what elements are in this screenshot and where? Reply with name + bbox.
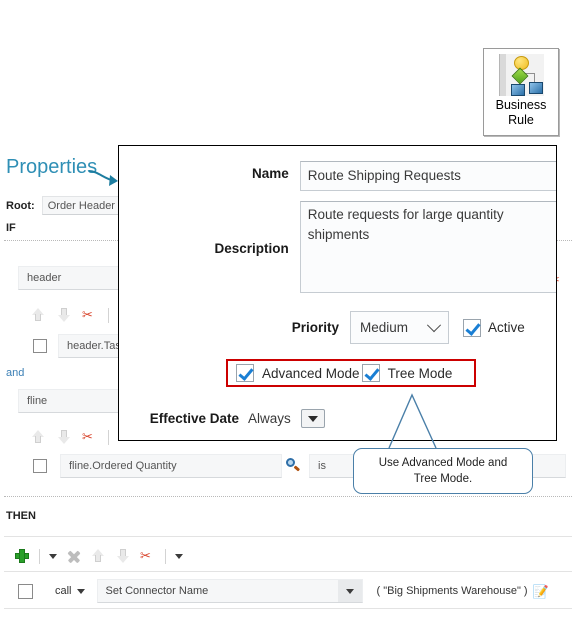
- business-rule-flow-icon: [498, 54, 544, 96]
- add-icon[interactable]: [14, 548, 30, 564]
- business-rule-tile-label: Business Rule: [496, 98, 547, 128]
- move-down-icon[interactable]: [56, 307, 72, 323]
- action-parameters: ( "Big Shipments Warehouse" ): [376, 585, 528, 597]
- priority-label: Priority: [291, 320, 339, 335]
- description-row: Description Route requests for large qua…: [119, 201, 556, 293]
- edit-pencil-icon[interactable]: 📝: [533, 585, 549, 598]
- toolbar-separator: [108, 429, 109, 445]
- cut-scissors-icon[interactable]: ✂: [82, 429, 98, 445]
- then-row-bottom-rule: [4, 608, 572, 609]
- active-label: Active: [488, 320, 525, 335]
- connector-select-caret[interactable]: [337, 580, 362, 602]
- action-row-checkbox[interactable]: [18, 583, 33, 599]
- dropdown-caret-icon: [307, 415, 318, 422]
- name-input[interactable]: Route Shipping Requests: [299, 161, 556, 191]
- effective-date-value: Always: [248, 411, 291, 426]
- connector-select-value: Set Connector Name: [105, 585, 209, 597]
- toolbar-separator: [108, 307, 109, 323]
- tile-label-line-2: Rule: [508, 113, 534, 127]
- toolbar-separator: [39, 548, 40, 564]
- advanced-mode-checkbox[interactable]: [236, 364, 254, 382]
- root-label: Root:: [6, 199, 35, 212]
- move-up-icon[interactable]: [30, 307, 46, 323]
- fline-row-toolbar: ✂: [30, 426, 127, 448]
- tree-mode-label: Tree Mode: [387, 365, 453, 381]
- then-action-row: call Set Connector Name ( "Big Shipments…: [0, 578, 576, 604]
- connector-select[interactable]: Set Connector Name: [96, 579, 363, 603]
- toolbar-separator: [165, 548, 166, 564]
- description-label: Description: [214, 241, 289, 256]
- chevron-down-icon: [426, 317, 442, 332]
- active-checkbox-group[interactable]: Active: [463, 318, 525, 337]
- effective-date-row: Effective Date Always: [119, 409, 556, 428]
- condition-row-checkbox[interactable]: [33, 339, 47, 353]
- tile-label-line-1: Business: [495, 98, 547, 112]
- then-toolbar-bottom-rule: [4, 571, 572, 572]
- priority-select-value: Medium: [360, 320, 409, 335]
- priority-row: Priority Medium Active: [119, 311, 556, 344]
- delete-icon[interactable]: [66, 549, 81, 564]
- condition-row-checkbox[interactable]: [33, 459, 47, 473]
- page-title: Properties: [6, 156, 98, 178]
- name-label: Name: [251, 166, 289, 181]
- effective-date-label: Effective Date: [149, 411, 239, 426]
- description-input[interactable]: Route requests for large quantity shipme…: [299, 201, 556, 293]
- callout-bubble: Use Advanced Mode and Tree Mode.: [353, 448, 533, 494]
- then-toolbar: ✂: [14, 546, 183, 566]
- business-rule-palette-tile[interactable]: Business Rule: [483, 48, 559, 136]
- move-down-icon[interactable]: [115, 548, 131, 564]
- move-up-icon[interactable]: [90, 548, 106, 564]
- mode-highlight-box: Advanced Mode Tree Mode: [226, 359, 476, 387]
- call-dropdown-caret[interactable]: [76, 588, 85, 594]
- move-down-icon[interactable]: [56, 429, 72, 445]
- priority-select[interactable]: Medium: [350, 311, 449, 344]
- search-icon[interactable]: [286, 458, 301, 473]
- and-connector-label[interactable]: and: [6, 367, 24, 379]
- cut-scissors-icon[interactable]: ✂: [82, 307, 98, 323]
- if-section-label: IF: [6, 222, 16, 234]
- rule-properties-dialog: Name Route Shipping Requests Description…: [118, 145, 557, 441]
- then-divider: [4, 496, 572, 497]
- cut-scissors-icon[interactable]: ✂: [140, 548, 156, 564]
- condition-fline-field[interactable]: fline.Ordered Quantity: [60, 454, 282, 478]
- active-checkbox[interactable]: [463, 318, 481, 337]
- move-up-icon[interactable]: [30, 429, 46, 445]
- then-section-label: THEN: [6, 510, 36, 522]
- action-call-label: call: [55, 585, 72, 597]
- header-row-toolbar: ✂: [30, 304, 127, 326]
- then-toolbar-top-rule: [4, 536, 572, 537]
- advanced-mode-label: Advanced Mode: [262, 365, 360, 381]
- tree-mode-checkbox[interactable]: [361, 364, 380, 382]
- effective-date-dropdown-button[interactable]: [300, 409, 325, 428]
- add-dropdown-caret[interactable]: [49, 553, 57, 559]
- name-row: Name Route Shipping Requests: [119, 161, 556, 191]
- more-dropdown-caret[interactable]: [175, 553, 183, 559]
